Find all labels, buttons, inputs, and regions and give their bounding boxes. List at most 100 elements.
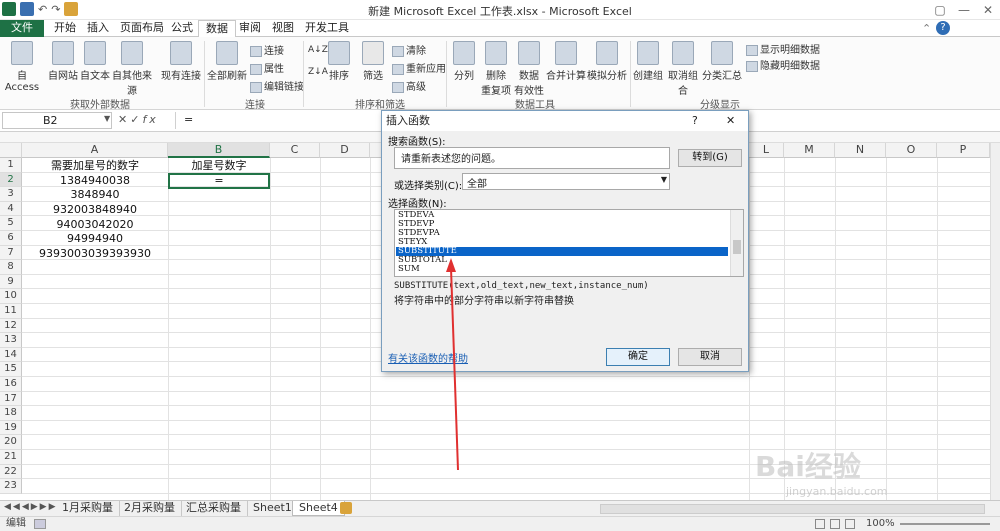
subtotal-button[interactable]: 分类汇总 (702, 41, 742, 82)
row-header-10[interactable]: 10 (0, 289, 22, 304)
tab-file[interactable]: 文件 (0, 20, 44, 37)
namebox-dropdown-icon[interactable]: ▼ (104, 114, 110, 123)
row-header-18[interactable]: 18 (0, 406, 22, 421)
cell-a1[interactable]: 需要加星号的数字 (22, 159, 168, 173)
row-header-7[interactable]: 7 (0, 245, 22, 261)
row-header-1[interactable]: 1 (0, 158, 22, 173)
dialog-close-button[interactable]: ✕ (726, 114, 735, 127)
row-header-6[interactable]: 6 (0, 231, 22, 246)
sort-button[interactable]: 排序 (322, 41, 356, 82)
list-item[interactable]: STDEVPA (396, 229, 728, 238)
clear-button[interactable]: 清除 (392, 42, 426, 57)
properties-button[interactable]: 属性 (250, 60, 284, 75)
function-list[interactable]: STDEVA STDEVP STDEVPA STEYX SUBSTITUTE S… (394, 209, 744, 277)
function-help-link[interactable]: 有关该函数的帮助 (388, 350, 468, 365)
list-item[interactable]: SUBTOTAL (396, 256, 728, 265)
existing-connections-button[interactable]: 现有连接 (160, 41, 202, 82)
consolidate-button[interactable]: 合并计算 (546, 41, 586, 82)
row-header-23[interactable]: 23 (0, 479, 22, 494)
tab-formulas[interactable]: 公式 (164, 20, 200, 37)
row-header-22[interactable]: 22 (0, 464, 22, 480)
connections-button[interactable]: 连接 (250, 42, 284, 57)
tab-home[interactable]: 开始 (47, 20, 83, 37)
row-header-14[interactable]: 14 (0, 347, 22, 363)
reapply-button[interactable]: 重新应用 (392, 60, 446, 75)
row-header-16[interactable]: 16 (0, 377, 22, 392)
close-button[interactable]: ✕ (976, 1, 1000, 19)
list-item[interactable]: SUM (396, 265, 728, 274)
zoom-slider[interactable] (900, 523, 990, 525)
data-validation-button[interactable]: 数据 有效性 (512, 41, 546, 97)
enter-icon[interactable]: ✓ (130, 113, 142, 126)
row-header-13[interactable]: 13 (0, 333, 22, 348)
tab-data[interactable]: 数据 (198, 20, 236, 38)
row-header-21[interactable]: 21 (0, 450, 22, 465)
row-header-12[interactable]: 12 (0, 318, 22, 334)
advanced-button[interactable]: 高级 (392, 78, 426, 93)
sheet-tab-2[interactable]: 2月采购量 (118, 501, 182, 516)
category-select[interactable]: 全部 ▼ (462, 173, 670, 190)
normal-view-icon[interactable] (815, 519, 825, 529)
sheet-tab-1[interactable]: 1月采购量 (56, 501, 120, 516)
group-button[interactable]: 创建组 (632, 41, 664, 82)
show-detail-button[interactable]: 显示明细数据 (746, 41, 820, 56)
hide-detail-button[interactable]: 隐藏明细数据 (746, 57, 820, 72)
col-header-a[interactable]: A (22, 143, 168, 158)
cancel-button[interactable]: 取消 (678, 348, 742, 366)
text-to-columns-button[interactable]: 分列 (449, 41, 479, 82)
list-item[interactable]: STDEVP (396, 220, 728, 229)
col-header-n[interactable]: N (835, 143, 886, 158)
tab-page-layout[interactable]: 页面布局 (113, 20, 171, 37)
row-header-3[interactable]: 3 (0, 187, 22, 202)
restore-ribbon-icon[interactable]: ▢ (928, 1, 952, 19)
cell-a3[interactable]: 3848940 (22, 188, 168, 202)
help-icon[interactable]: ? (936, 21, 950, 35)
from-access-button[interactable]: 自 Access (2, 41, 42, 93)
row-header-5[interactable]: 5 (0, 216, 22, 231)
ribbon-collapse-icon[interactable]: ⌃ (922, 22, 931, 35)
page-layout-view-icon[interactable] (830, 519, 840, 529)
list-scroll-thumb[interactable] (733, 240, 741, 254)
col-header-b[interactable]: B (168, 143, 270, 158)
ungroup-button[interactable]: 取消组合 (664, 41, 702, 97)
row-header-19[interactable]: 19 (0, 420, 22, 436)
tab-insert[interactable]: 插入 (80, 20, 116, 37)
list-scrollbar[interactable] (730, 210, 743, 276)
list-item[interactable]: STDEVA (396, 211, 728, 220)
col-header-l[interactable]: L (749, 143, 784, 158)
tab-developer[interactable]: 开发工具 (298, 20, 356, 37)
row-header-20[interactable]: 20 (0, 435, 22, 450)
cancel-icon[interactable]: ✕ (118, 113, 130, 126)
dialog-help-button[interactable]: ? (692, 114, 698, 127)
ok-button[interactable]: 确定 (606, 348, 670, 366)
row-header-17[interactable]: 17 (0, 391, 22, 407)
zoom-level[interactable]: 100% (866, 517, 895, 531)
insert-function-icon[interactable]: fx (142, 113, 158, 126)
row-header-9[interactable]: 9 (0, 274, 22, 290)
cell-a6[interactable]: 94994940 (22, 232, 168, 246)
horizontal-scrollbar[interactable] (600, 504, 985, 514)
row-header-4[interactable]: 4 (0, 201, 22, 217)
sheet-tab-5[interactable]: Sheet4 (292, 501, 345, 516)
row-header-11[interactable]: 11 (0, 304, 22, 319)
cell-a5[interactable]: 94003042020 (22, 218, 168, 232)
sheet-nav-arrows-icon[interactable]: ◀◀◀▶▶▶ (4, 502, 58, 512)
tab-view[interactable]: 视图 (265, 20, 301, 37)
tab-review[interactable]: 审阅 (232, 20, 268, 37)
refresh-all-button[interactable]: 全部刷新 (207, 41, 247, 82)
row-header-8[interactable]: 8 (0, 260, 22, 275)
minimize-button[interactable]: — (952, 1, 976, 19)
what-if-button[interactable]: 模拟分析 (586, 41, 628, 82)
cell-a4[interactable]: 932003848940 (22, 203, 168, 217)
from-other-button[interactable]: 自其他来源 (108, 41, 156, 97)
col-header-d[interactable]: D (320, 143, 370, 158)
remove-duplicates-button[interactable]: 删除 重复项 (479, 41, 513, 97)
search-function-input[interactable]: 请重新表述您的问题。 (394, 147, 670, 169)
sheet-tab-3[interactable]: 汇总采购量 (180, 501, 248, 516)
col-header-m[interactable]: M (784, 143, 835, 158)
cell-a2[interactable]: 1384940038 (22, 174, 168, 188)
select-all-corner[interactable] (0, 143, 22, 158)
col-header-o[interactable]: O (886, 143, 937, 158)
goto-button[interactable]: 转到(G) (678, 149, 742, 167)
macro-record-icon[interactable] (34, 519, 46, 529)
